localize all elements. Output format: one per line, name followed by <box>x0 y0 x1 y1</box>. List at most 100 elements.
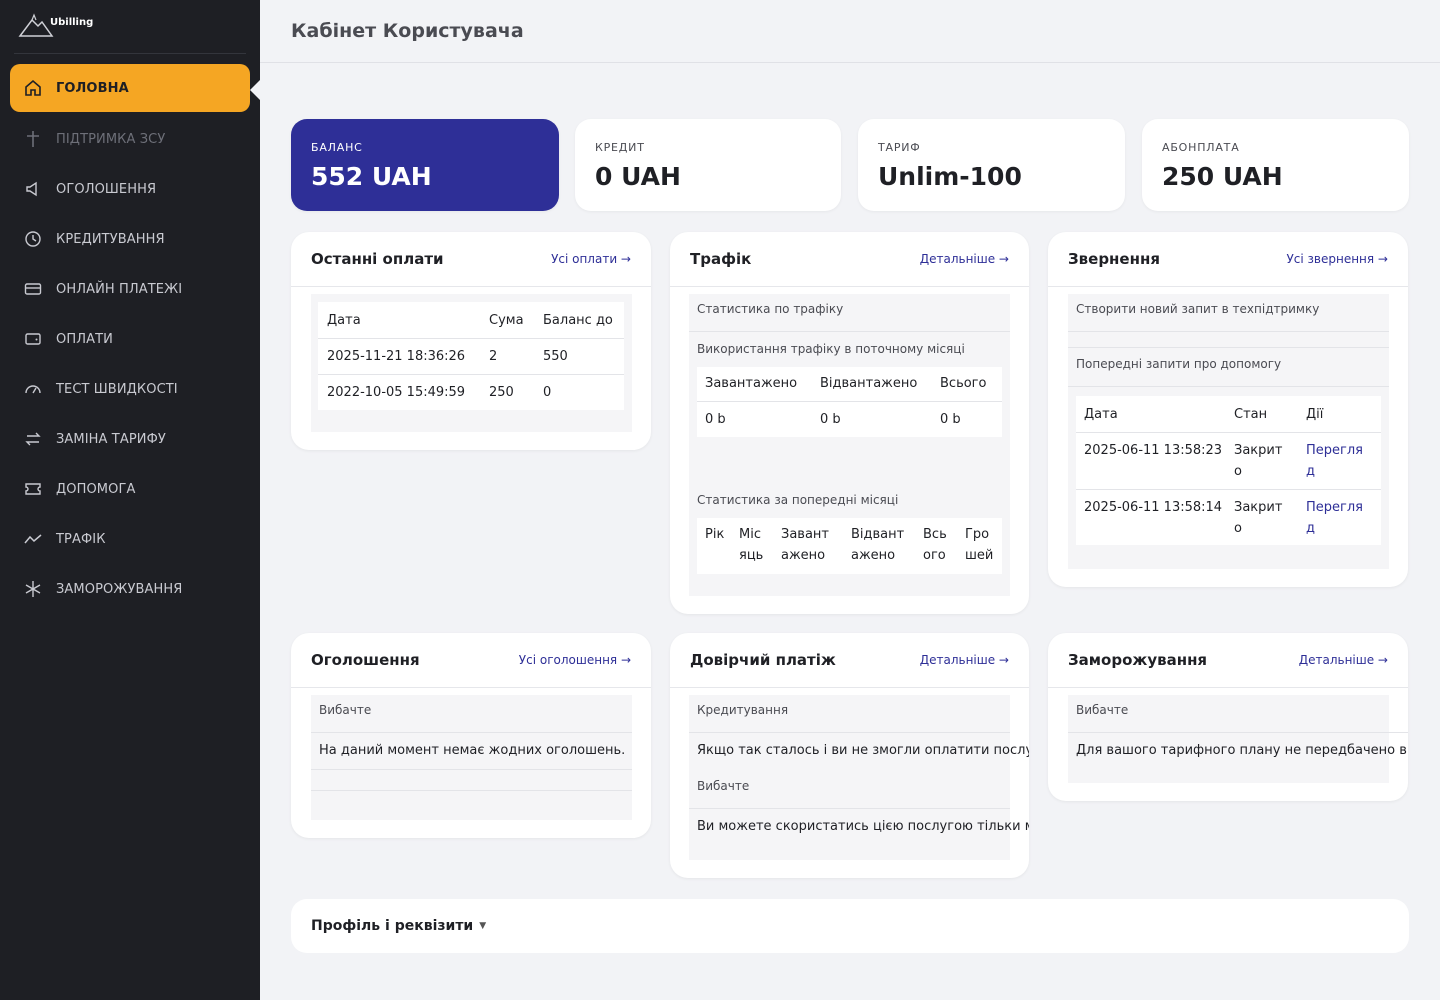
sidebar-item-announcements[interactable]: ОГОЛОШЕННЯ <box>0 164 260 214</box>
page-title: Кабінет Користувача <box>291 20 524 42</box>
sidebar-item-traffic[interactable]: ТРАФІК <box>0 514 260 564</box>
trust-details-link[interactable]: Детальніше → <box>920 653 1009 667</box>
tickets-wrapper: Створити новий запит в техпідтримку Попе… <box>1068 294 1389 569</box>
sidebar-item-label: ЗАМІНА ТАРИФУ <box>56 431 166 447</box>
caret-down-icon: ▼ <box>479 921 487 931</box>
traffic-details-link[interactable]: Детальніше → <box>920 252 1009 266</box>
trust-subtitle-2: Вибачте <box>697 779 750 793</box>
freeze-panel: Заморожування Детальніше → Вибачте Для в… <box>1048 633 1408 801</box>
view-ticket-link[interactable]: Перегля д <box>1306 497 1370 539</box>
table-header: Всь ого <box>923 527 947 563</box>
announcements-text: На даний момент немає жодних оголошень. <box>319 743 626 758</box>
sidebar-item-freeze[interactable]: ЗАМОРОЖУВАННЯ <box>0 564 260 614</box>
sidebar-item-payments[interactable]: ОПЛАТИ <box>0 314 260 364</box>
sidebar: Ubilling ГОЛОВНА ПІДТРИМКА ЗСУ ОГОЛОШЕНН… <box>0 0 260 1000</box>
traffic-prev-title: Статистика за попередні місяці <box>697 493 899 507</box>
trust-subtitle: Кредитування <box>697 703 789 717</box>
sidebar-item-label: ПІДТРИМКА ЗСУ <box>56 131 166 147</box>
table-cell: Закрит о <box>1234 500 1283 536</box>
fee-value: 250 UAH <box>1162 162 1283 191</box>
table-cell: 0 b <box>820 412 841 427</box>
previous-tickets-title: Попередні запити про допомогу <box>1076 357 1282 371</box>
ticket-icon <box>24 480 42 498</box>
wallet-icon <box>24 330 42 348</box>
traffic-panel: Трафік Детальніше → Статистика по трафік… <box>670 232 1029 614</box>
traffic-current-table: Завантажено Відвантажено Всього 0 b 0 b … <box>697 367 1002 437</box>
table-header: Дії <box>1306 407 1324 422</box>
sidebar-item-help[interactable]: ДОПОМОГА <box>0 464 260 514</box>
balance-card: БАЛАНС 552 UAH <box>291 119 559 211</box>
all-payments-link[interactable]: Усі оплати → <box>551 252 631 266</box>
traffic-prev-table: Рік Міс яць Завант ажено Відвант ажено В… <box>697 518 1002 574</box>
payments-wrapper: Дата Сума Баланс до 2025-11-21 18:36:26 … <box>311 294 632 432</box>
new-ticket-link[interactable]: Створити новий запит в техпідтримку <box>1076 302 1319 316</box>
tariff-label: ТАРИФ <box>878 141 921 154</box>
panel-title: Останні оплати <box>311 250 444 268</box>
sidebar-item-home[interactable]: ГОЛОВНА <box>10 64 250 112</box>
view-ticket-link[interactable]: Перегля д <box>1306 440 1370 482</box>
tariff-value: Unlim-100 <box>878 162 1022 191</box>
megaphone-icon <box>24 180 42 198</box>
fee-card: АБОНПЛАТА 250 UAH <box>1142 119 1409 211</box>
card-icon <box>24 280 42 298</box>
gauge-icon <box>24 380 42 398</box>
sidebar-item-label: КРЕДИТУВАННЯ <box>56 231 165 247</box>
table-cell: Закрит о <box>1234 443 1283 479</box>
sidebar-item-credit[interactable]: КРЕДИТУВАННЯ <box>0 214 260 264</box>
table-header: Всього <box>940 376 987 391</box>
table-header: Завант ажено <box>781 527 830 563</box>
sidebar-item-change-tariff[interactable]: ЗАМІНА ТАРИФУ <box>0 414 260 464</box>
logo[interactable]: Ubilling <box>14 0 246 54</box>
logo-icon <box>18 13 54 37</box>
all-tickets-link[interactable]: Усі звернення → <box>1286 252 1388 266</box>
sidebar-item-label: ОПЛАТИ <box>56 331 113 347</box>
table-header: Рік <box>705 527 725 542</box>
sidebar-item-label: ТРАФІК <box>56 531 106 547</box>
active-indicator <box>250 80 260 100</box>
table-header: Гро шей <box>965 527 994 563</box>
sidebar-item-label: ОГОЛОШЕННЯ <box>56 181 157 197</box>
panel-title: Трафік <box>690 250 752 268</box>
table-cell: 0 <box>543 385 552 400</box>
sidebar-item-online-payments[interactable]: ОНЛАЙН ПЛАТЕЖІ <box>0 264 260 314</box>
balance-label: БАЛАНС <box>311 141 363 154</box>
table-cell: 250 <box>489 385 514 400</box>
page-header: Кабінет Користувача <box>260 0 1440 63</box>
panel-title: Звернення <box>1068 250 1160 268</box>
announcements-subtitle: Вибачте <box>319 703 372 717</box>
traffic-current-title: Використання трафіку в поточному місяці <box>697 342 965 356</box>
tickets-panel: Звернення Усі звернення → Створити новий… <box>1048 232 1408 587</box>
table-header: Стан <box>1234 407 1268 422</box>
announcements-panel: Оголошення Усі оголошення → Вибачте На д… <box>291 633 651 838</box>
balance-value: 552 UAH <box>311 162 432 191</box>
table-header-date: Дата <box>327 313 361 328</box>
tickets-table: Дата Стан Дії 2025-06-11 13:58:23 Закрит… <box>1076 396 1381 545</box>
sidebar-item-support-zsu[interactable]: ПІДТРИМКА ЗСУ <box>0 114 260 164</box>
profile-details-toggle[interactable]: Профіль і реквізити ▼ <box>291 899 1409 953</box>
panel-title: Заморожування <box>1068 651 1208 669</box>
credit-label: КРЕДИТ <box>595 141 645 154</box>
panel-title: Оголошення <box>311 651 420 669</box>
credit-card: КРЕДИТ 0 UAH <box>575 119 841 211</box>
trust-wrapper: Кредитування Якщо так сталось і ви не зм… <box>689 695 1029 860</box>
table-header: Дата <box>1084 407 1118 422</box>
table-cell: 0 b <box>705 412 726 427</box>
profile-label: Профіль і реквізити <box>311 918 474 934</box>
freeze-subtitle: Вибачте <box>1076 703 1129 717</box>
freeze-details-link[interactable]: Детальніше → <box>1299 653 1388 667</box>
payments-table: Дата Сума Баланс до 2025-11-21 18:36:26 … <box>318 302 624 410</box>
announcements-wrapper: Вибачте На даний момент немає жодних ого… <box>311 695 632 820</box>
sidebar-item-label: ГОЛОВНА <box>56 80 129 96</box>
swap-icon <box>24 430 42 448</box>
table-header: Міс яць <box>739 527 764 563</box>
home-icon <box>24 79 42 97</box>
sidebar-item-label: ОНЛАЙН ПЛАТЕЖІ <box>56 281 183 297</box>
sidebar-nav: ГОЛОВНА ПІДТРИМКА ЗСУ ОГОЛОШЕННЯ КРЕДИТУ… <box>0 64 260 614</box>
table-cell: 2025-06-11 13:58:23 <box>1084 443 1223 458</box>
table-header: Відвантажено <box>820 376 918 391</box>
sidebar-item-label: ДОПОМОГА <box>56 481 136 497</box>
sidebar-item-speed-test[interactable]: ТЕСТ ШВИДКОСТІ <box>0 364 260 414</box>
all-announcements-link[interactable]: Усі оголошення → <box>519 653 631 667</box>
table-header: Відвант ажено <box>851 527 905 563</box>
clock-icon <box>24 230 42 248</box>
